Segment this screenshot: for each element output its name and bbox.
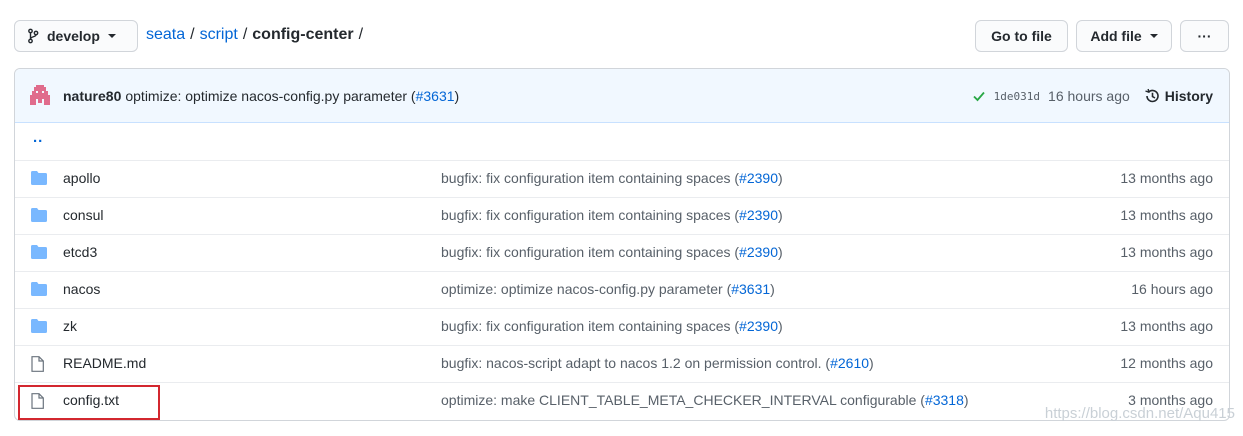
commit-summary: nature80 optimize: optimize nacos-config.… <box>63 88 459 104</box>
file-commit-message: bugfix: fix configuration item containin… <box>441 170 783 186</box>
file-row[interactable]: etcd3 bugfix: fix configuration item cont… <box>15 234 1229 271</box>
file-name-link[interactable]: apollo <box>63 170 100 186</box>
file-commit-message: bugfix: fix configuration item containin… <box>441 244 783 260</box>
file-name-link[interactable]: nacos <box>63 281 100 297</box>
parent-directory-link[interactable]: .. <box>33 129 43 146</box>
file-commit-message: optimize: make CLIENT_TABLE_META_CHECKER… <box>441 392 969 408</box>
caret-down-icon <box>107 34 116 38</box>
file-commit-text[interactable]: bugfix: nacos-script adapt to nacos 1.2 … <box>441 355 830 371</box>
add-file-button[interactable]: Add file <box>1076 20 1172 52</box>
file-commit-close: ) <box>777 244 783 260</box>
commit-pr-link[interactable]: #3631 <box>416 88 455 104</box>
latest-commit-bar: nature80 optimize: optimize nacos-config.… <box>15 69 1229 123</box>
branch-label: develop <box>47 28 100 44</box>
breadcrumb-current: config-center <box>252 26 354 43</box>
folder-icon <box>31 245 47 259</box>
file-commit-pr-link[interactable]: #2390 <box>739 170 778 186</box>
file-commit-close: ) <box>777 318 783 334</box>
file-commit-close: ) <box>770 281 775 297</box>
file-commit-pr-link[interactable]: #3631 <box>731 281 770 297</box>
breadcrumb-separator: / <box>190 26 195 43</box>
caret-down-icon <box>1149 34 1158 38</box>
file-commit-text[interactable]: bugfix: fix configuration item containin… <box>441 318 739 334</box>
folder-icon <box>31 319 47 333</box>
go-to-file-button[interactable]: Go to file <box>975 20 1068 52</box>
file-commit-pr-link[interactable]: #2390 <box>739 244 778 260</box>
file-icon <box>31 393 44 409</box>
breadcrumb-repo-link[interactable]: seata <box>146 26 185 43</box>
file-commit-message: bugfix: nacos-script adapt to nacos 1.2 … <box>441 355 874 371</box>
file-commit-pr-link[interactable]: #2390 <box>739 318 778 334</box>
file-commit-close: ) <box>777 207 783 223</box>
file-commit-age: 12 months ago <box>1120 355 1213 371</box>
file-commit-message: bugfix: fix configuration item containin… <box>441 207 783 223</box>
file-commit-age: 13 months ago <box>1120 318 1213 334</box>
file-commit-message: bugfix: fix configuration item containin… <box>441 318 783 334</box>
file-commit-text[interactable]: bugfix: fix configuration item containin… <box>441 244 739 260</box>
history-icon <box>1144 88 1160 104</box>
file-commit-text[interactable]: optimize: optimize nacos-config.py param… <box>441 281 731 297</box>
file-name-link[interactable]: etcd3 <box>63 244 97 260</box>
file-row[interactable]: README.md bugfix: nacos-script adapt to n… <box>15 345 1229 382</box>
avatar[interactable] <box>30 85 50 105</box>
commit-age: 16 hours ago <box>1048 88 1130 104</box>
file-commit-text[interactable]: bugfix: fix configuration item containin… <box>441 207 739 223</box>
file-name-link[interactable]: README.md <box>63 355 146 371</box>
file-commit-close: ) <box>963 392 969 408</box>
commit-message[interactable]: optimize: optimize nacos-config.py param… <box>125 88 415 104</box>
file-commit-age: 13 months ago <box>1120 207 1213 223</box>
file-commit-age: 13 months ago <box>1120 244 1213 260</box>
file-commit-age: 13 months ago <box>1120 170 1213 186</box>
file-commit-pr-link[interactable]: #2610 <box>830 355 869 371</box>
breadcrumb-separator: / <box>242 26 248 43</box>
folder-icon <box>31 171 47 185</box>
commit-meta: 1de031d 16 hours ago History <box>972 88 1229 104</box>
file-row[interactable]: apollo bugfix: fix configuration item con… <box>15 160 1229 197</box>
file-row[interactable]: consul bugfix: fix configuration item con… <box>15 197 1229 234</box>
file-list-box: nature80 optimize: optimize nacos-config.… <box>14 68 1230 421</box>
file-commit-close: ) <box>777 170 783 186</box>
check-icon[interactable] <box>972 89 986 103</box>
folder-icon <box>31 282 47 296</box>
file-commit-pr-link[interactable]: #2390 <box>739 207 778 223</box>
commit-message-close: ) <box>454 88 460 104</box>
folder-icon <box>31 208 47 222</box>
file-row[interactable]: zk bugfix: fix configuration item contain… <box>15 308 1229 345</box>
file-navigation: develop seata / script / config-center / Go t… <box>14 19 1229 53</box>
history-label: History <box>1164 88 1213 104</box>
branch-select-button[interactable]: develop <box>14 20 138 52</box>
file-name-link[interactable]: config.txt <box>63 392 119 408</box>
parent-directory-row[interactable]: .. <box>15 123 1229 160</box>
file-commit-close: ) <box>869 355 874 371</box>
add-file-label: Add file <box>1090 28 1142 44</box>
commit-sha[interactable]: 1de031d <box>994 90 1040 103</box>
breadcrumb-folder-link[interactable]: script <box>200 26 238 43</box>
file-commit-age: 16 hours ago <box>1131 281 1213 297</box>
breadcrumb-separator: / <box>358 26 364 43</box>
breadcrumb: seata / script / config-center / <box>146 26 368 44</box>
commit-author[interactable]: nature80 <box>63 88 121 104</box>
file-row[interactable]: nacos optimize: optimize nacos-config.py … <box>15 271 1229 308</box>
file-name-link[interactable]: consul <box>63 207 103 223</box>
file-commit-text[interactable]: bugfix: fix configuration item containin… <box>441 170 739 186</box>
history-link[interactable]: History <box>1144 88 1213 104</box>
file-commit-message: optimize: optimize nacos-config.py param… <box>441 281 775 297</box>
file-commit-pr-link[interactable]: #3318 <box>925 392 964 408</box>
file-row[interactable]: config.txt optimize: make CLIENT_TABLE_ME… <box>15 382 1229 419</box>
file-icon <box>31 356 44 372</box>
file-commit-text[interactable]: optimize: make CLIENT_TABLE_META_CHECKER… <box>441 392 925 408</box>
file-commit-age: 3 months ago <box>1128 392 1213 408</box>
more-options-button[interactable]: ··· <box>1180 20 1229 52</box>
file-name-link[interactable]: zk <box>63 318 77 334</box>
git-branch-icon <box>27 28 39 44</box>
